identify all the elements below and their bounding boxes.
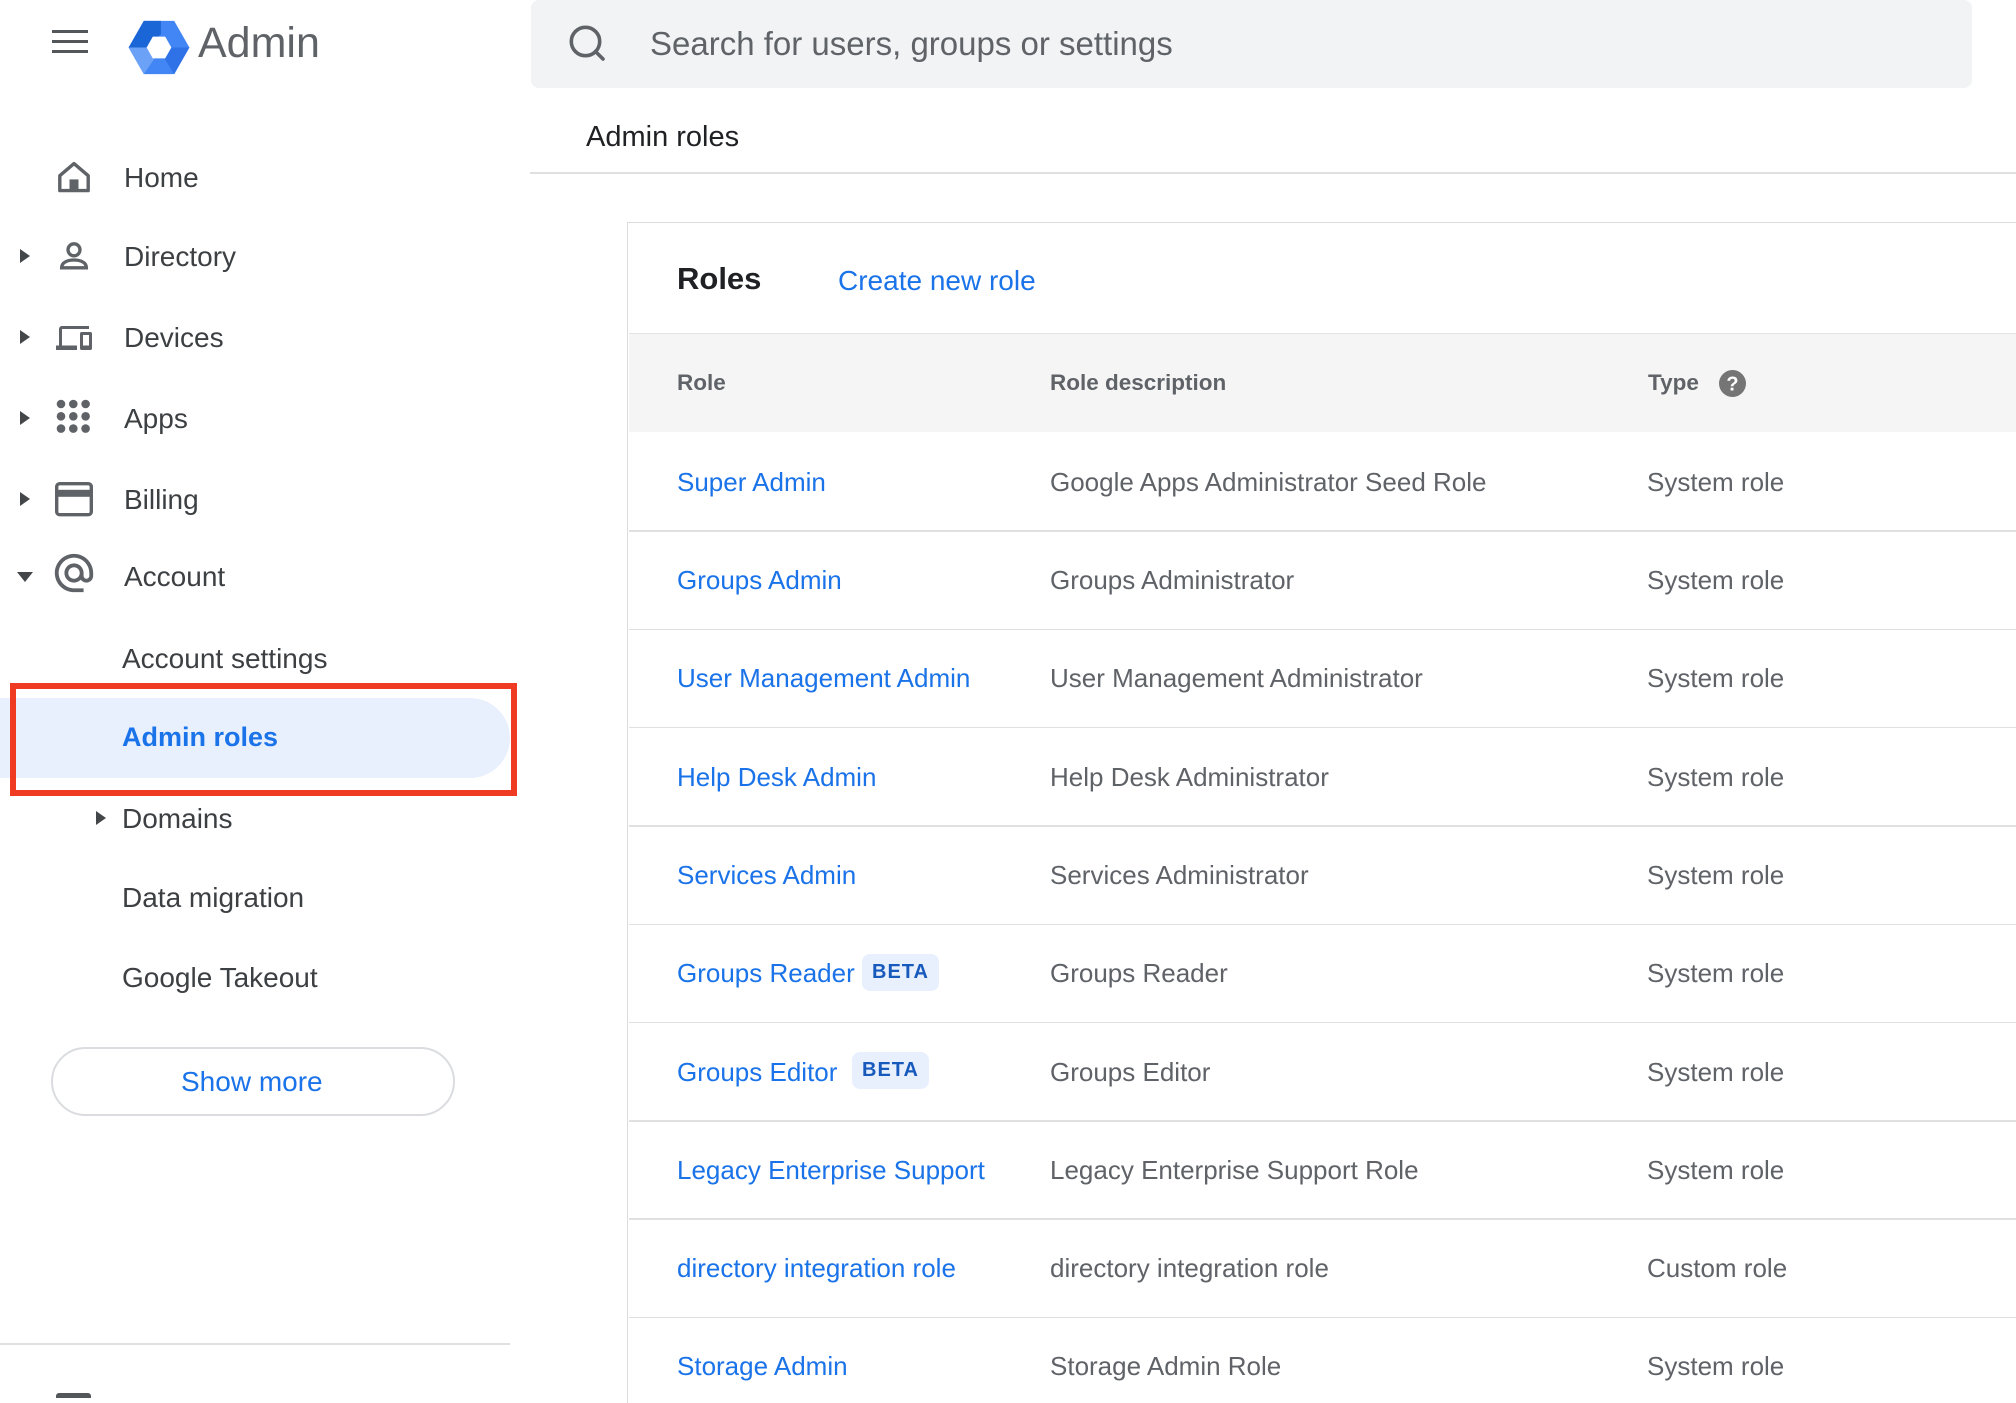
svg-text:?: ? [1726, 374, 1738, 396]
